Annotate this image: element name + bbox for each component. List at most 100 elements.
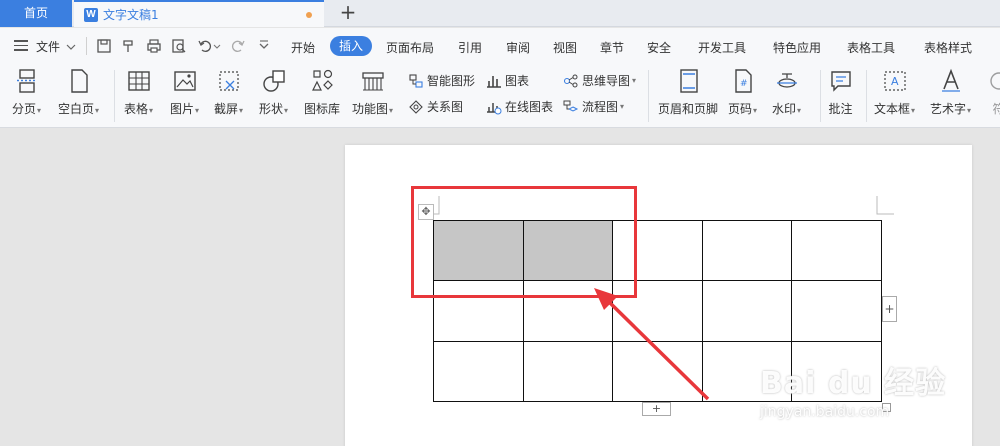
relation-chart-label: 关系图 [427,100,464,114]
comment-button[interactable]: 批注 [828,68,854,117]
mind-map-dropdown-icon: ▾ [632,76,637,85]
page-break-label: 分页 [12,100,41,117]
tab-special-apps[interactable]: 特色应用 [773,39,821,56]
textbox-button[interactable]: A 文本框 [874,68,915,117]
watermark-button[interactable]: 水印 [772,68,801,117]
tab-review[interactable]: 审阅 [506,39,530,56]
page-number-icon: # [734,69,752,93]
page-number-button[interactable]: # 页码 [728,68,757,117]
icon-library-label: 图标库 [304,102,341,116]
watermark-line2: jingyan.baidu.com [760,404,890,420]
add-column-button[interactable]: + [882,296,897,322]
save-icon[interactable] [96,38,112,54]
svg-text:A: A [891,75,899,88]
print-preview-icon[interactable] [171,38,187,54]
chevron-down-icon [66,44,76,50]
textbox-label: 文本框 [874,100,915,117]
symbol-label: 符 [992,102,1000,116]
format-painter-icon[interactable] [121,38,137,54]
flowchart-label: 流程图 [582,100,619,114]
mind-map-button[interactable]: 思维导图 ▾ [563,72,636,89]
document-title: 文字文稿1 [103,8,159,22]
divider [866,70,867,122]
unsaved-dot-icon [306,12,312,18]
tab-insert[interactable]: 插入 [330,36,372,56]
tab-document[interactable]: W 文字文稿1 [74,0,324,27]
table-icon [127,71,150,91]
table-cell[interactable] [791,219,882,282]
smart-shape-icon [409,73,423,88]
highlight-box [411,186,637,298]
divider [86,37,87,55]
redo-icon[interactable] [230,38,246,54]
tab-chapter[interactable]: 章节 [600,39,624,56]
tab-view[interactable]: 视图 [553,39,577,56]
smart-shape-label: 智能图形 [427,74,476,88]
online-chart-icon [487,102,502,114]
chart-label: 图表 [505,74,530,88]
screenshot-button[interactable]: 截屏 [214,68,243,117]
tab-table-tools[interactable]: 表格工具 [847,39,895,56]
wps-writer-icon: W [84,7,98,22]
symbol-button[interactable]: 符 [986,68,1000,117]
new-tab-button[interactable]: + [338,2,358,24]
mind-map-icon [563,74,578,87]
table-cell[interactable] [433,340,524,403]
undo-icon[interactable] [197,38,213,54]
hamburger-menu-icon[interactable] [14,40,28,51]
symbol-icon [990,72,1000,90]
header-footer-button[interactable]: 页眉和页脚 [658,68,719,117]
svg-text:#: # [740,79,748,89]
divider [114,70,115,122]
print-icon[interactable] [146,38,162,54]
file-menu-button[interactable]: 文件 [36,38,77,55]
table-cell[interactable] [791,280,882,342]
relation-chart-button[interactable]: 关系图 [408,98,463,115]
picture-label: 图片 [170,100,199,117]
flowchart-button[interactable]: 流程图 ▾ [563,98,624,115]
undo-dropdown-icon[interactable] [212,38,222,54]
blank-page-button[interactable]: 空白页 [58,68,99,117]
ribbon-insert: 分页 空白页 表格 图片 截屏 形状 图标库 功能图 智能图形 关系图 [0,64,1000,128]
tab-start[interactable]: 开始 [291,39,315,56]
flowchart-icon [563,100,579,112]
file-menu-label: 文件 [36,40,61,54]
page-break-button[interactable]: 分页 [12,68,41,117]
page-number-label: 页码 [728,100,757,117]
tab-security[interactable]: 安全 [647,39,671,56]
function-chart-button[interactable]: 功能图 [352,68,393,117]
smart-shape-button[interactable]: 智能图形 [408,72,475,89]
tab-bar: 首页 W 文字文稿1 + [0,0,1000,27]
screenshot-icon [218,71,239,91]
chart-button[interactable]: 图表 [486,72,529,89]
function-chart-icon [361,72,384,91]
shape-icon [262,70,285,92]
relation-chart-icon [409,99,423,114]
wordart-label: 艺术字 [930,100,971,117]
table-label: 表格 [124,100,153,117]
tab-references[interactable]: 引用 [458,39,482,56]
shape-button[interactable]: 形状 [259,68,288,117]
header-footer-icon [679,69,698,93]
customize-dropdown-icon[interactable] [256,38,272,54]
baidu-watermark: Bai du 经验 jingyan.baidu.com [760,358,946,420]
watermark-icon [776,73,797,88]
tab-home[interactable]: 首页 [0,0,72,27]
page-corner-mark-right [876,196,894,215]
textbox-icon: A [883,71,906,91]
shape-label: 形状 [259,100,288,117]
tab-developer[interactable]: 开发工具 [698,39,746,56]
tab-page-layout[interactable]: 页面布局 [386,39,434,56]
table-button[interactable]: 表格 [124,68,153,117]
mind-map-label: 思维导图 [582,74,631,88]
picture-button[interactable]: 图片 [170,68,199,117]
tab-table-style[interactable]: 表格样式 [924,39,972,56]
icon-library-button[interactable]: 图标库 [304,68,341,117]
add-row-button[interactable]: + [642,402,671,416]
page-break-icon [16,69,37,93]
wordart-button[interactable]: 艺术字 [930,68,971,117]
screenshot-label: 截屏 [214,100,243,117]
table-cell[interactable] [701,219,793,282]
table-cell[interactable] [701,280,793,342]
online-chart-button[interactable]: 在线图表 [486,98,553,115]
